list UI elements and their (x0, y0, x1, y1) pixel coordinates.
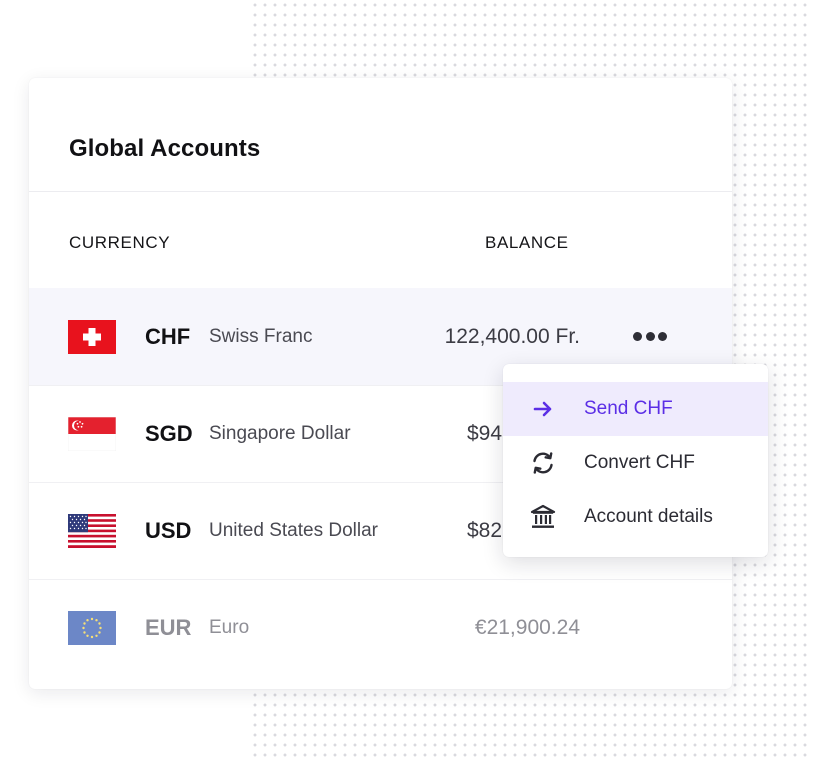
menu-item-send[interactable]: Send CHF (503, 382, 768, 436)
menu-item-account-details[interactable]: Account details (503, 490, 768, 544)
usa-flag-icon (68, 514, 116, 548)
currency-code: SGD (145, 421, 193, 446)
convert-icon (533, 452, 553, 474)
header-divider (29, 191, 732, 192)
account-balance: 122,400.00 Fr. (444, 324, 580, 348)
bank-icon (530, 504, 556, 528)
account-actions-menu: Send CHF Convert CHF Account details (503, 364, 768, 557)
card-title: Global Accounts (69, 135, 261, 162)
currency-name: Euro (209, 617, 250, 638)
currency-column-header: CURRENCY (69, 233, 171, 252)
currency-name: Swiss Franc (209, 325, 313, 347)
currency-name: Singapore Dollar (209, 423, 351, 444)
currency-code: CHF (145, 323, 191, 349)
eu-flag-icon (68, 611, 116, 645)
menu-item-convert[interactable]: Convert CHF (503, 436, 768, 490)
menu-item-label: Send CHF (584, 398, 673, 419)
account-balance: $82 (467, 519, 503, 542)
arrow-right-icon (533, 401, 552, 417)
balance-column-header: BALANCE (485, 233, 569, 252)
currency-name: United States Dollar (209, 520, 378, 541)
switzerland-flag-icon (68, 319, 116, 354)
menu-item-label: Account details (584, 506, 713, 527)
account-balance: €21,900.24 (474, 616, 580, 639)
menu-item-label: Convert CHF (584, 452, 695, 473)
currency-code: USD (145, 518, 192, 543)
account-row-eur[interactable]: EUR Euro €21,900.24 (29, 579, 732, 676)
singapore-flag-icon (68, 417, 116, 451)
account-balance: $94 (467, 422, 503, 445)
more-horizontal-icon[interactable] (633, 327, 667, 347)
currency-code: EUR (145, 615, 192, 640)
